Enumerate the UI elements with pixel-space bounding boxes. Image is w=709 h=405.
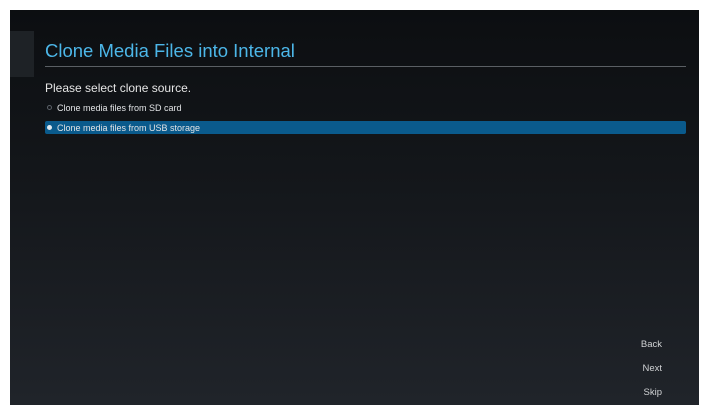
radio-selected-icon[interactable] — [47, 125, 52, 130]
setup-screen: Clone Media Files into Internal Please s… — [10, 10, 699, 405]
title-divider — [45, 66, 686, 67]
next-button[interactable]: Next — [642, 363, 662, 374]
option-sd-card-label: Clone media files from SD card — [57, 102, 182, 113]
back-button[interactable]: Back — [641, 339, 662, 350]
option-sd-card[interactable]: Clone media files from SD card — [45, 101, 686, 114]
option-usb-storage[interactable]: Clone media files from USB storage — [45, 121, 686, 134]
side-panel-tab — [10, 31, 34, 77]
page-title: Clone Media Files into Internal — [45, 40, 295, 61]
skip-button[interactable]: Skip — [644, 387, 662, 398]
radio-unselected-icon[interactable] — [47, 105, 52, 110]
clone-source-prompt: Please select clone source. — [45, 81, 192, 95]
option-usb-storage-label: Clone media files from USB storage — [57, 122, 201, 133]
